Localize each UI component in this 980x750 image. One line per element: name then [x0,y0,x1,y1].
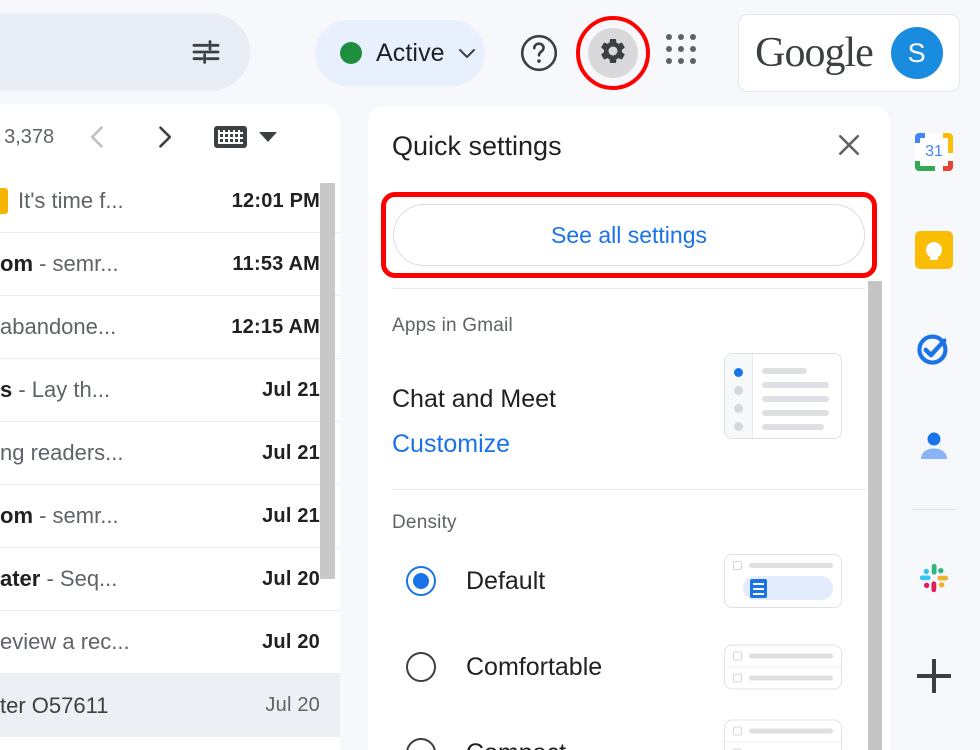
top-bar: Active [0,0,980,104]
density-option-compact[interactable]: Compact [392,714,866,750]
app-root: Active [0,0,980,750]
mail-row-date: Jul 20 [265,694,320,717]
mail-row-date: 12:01 PM [232,190,320,213]
density-options: Default Comfortable Compact [392,542,866,750]
gear-icon [598,36,628,71]
google-contacts-icon[interactable] [912,424,956,468]
density-option-default[interactable]: Default [392,542,866,620]
mail-row-subject: ter O57611 [0,693,265,719]
mail-row-subject: ng readers... [0,440,262,466]
mail-row[interactable]: s - Lay th...Jul 21 [0,359,340,422]
apps-grid-icon[interactable] [666,34,704,72]
close-icon[interactable] [834,130,864,160]
divider [912,509,956,510]
see-all-settings-container: See all settings [368,186,890,282]
mail-row-subject: om - semr... [0,251,232,277]
density-section: Density Default Comfortable Compact [368,490,890,750]
mail-row-date: 11:53 AM [232,253,320,276]
google-tasks-icon[interactable] [912,326,956,370]
mail-row[interactable]: It's time f...12:01 PM [0,170,340,233]
mail-row[interactable]: ter O57611Jul 20 [0,674,340,737]
mail-list-toolbar: f 3,378 [0,104,340,170]
mail-row-subject: ater - Seq... [0,566,262,592]
message-count-label: f 3,378 [0,126,54,149]
mail-rows: It's time f...12:01 PMom - semr...11:53 … [0,170,340,737]
mail-list-scrollbar[interactable] [320,183,335,579]
mail-row-date: Jul 20 [262,631,320,654]
see-all-settings-highlight-annotation [381,192,877,278]
density-title: Density [392,512,866,534]
density-option-label: Default [466,567,545,596]
mail-row[interactable]: abandone...12:15 AM [0,296,340,359]
radio-button[interactable] [406,738,436,750]
apps-in-gmail-title: Apps in Gmail [392,315,866,337]
quick-settings-header: Quick settings [368,106,890,186]
avatar[interactable]: S [891,27,943,79]
status-chip[interactable]: Active [315,20,485,86]
mail-row-date: Jul 21 [262,379,320,402]
mail-row-date: 12:15 AM [231,316,320,339]
status-label: Active [376,39,445,68]
radio-button[interactable] [406,652,436,682]
settings-button[interactable] [588,28,638,78]
account-button[interactable]: Google S [738,14,960,92]
chat-and-meet-label: Chat and Meet [392,385,556,414]
add-icon[interactable] [912,654,956,698]
mail-row-subject: abandone... [0,314,231,340]
calendar-day-label: 31 [920,138,948,166]
mail-row[interactable]: om - semr...11:53 AM [0,233,340,296]
caret-down-icon[interactable] [259,132,277,142]
mail-row-date: Jul 21 [262,442,320,465]
google-keep-icon[interactable] [912,228,956,272]
side-panel-rail: 31 [890,104,980,750]
mail-row-subject: It's time f... [18,188,232,214]
mail-row-subject: om - semr... [0,503,262,529]
slack-icon[interactable] [912,556,956,600]
status-dot-icon [340,42,362,64]
mail-row[interactable]: ng readers...Jul 21 [0,422,340,485]
mail-row-subject: eview a rec... [0,629,262,655]
chat-and-meet-row: Chat and Meet Customize [392,359,866,459]
mail-row[interactable]: eview a rec...Jul 20 [0,611,340,674]
density-option-label: Comfortable [466,653,602,682]
density-preview-compact [724,720,842,750]
quick-settings-panel: Quick settings See all settings Apps in … [368,106,890,750]
chevron-left-icon[interactable] [84,123,112,151]
star-icon[interactable] [0,188,8,214]
mail-row[interactable]: ater - Seq...Jul 20 [0,548,340,611]
keyboard-icon[interactable] [214,126,247,148]
mail-row[interactable]: om - semr...Jul 21 [0,485,340,548]
quick-settings-scrollbar[interactable] [868,281,882,750]
mail-list-pane: f 3,378 It's time f...12:01 PMom - semr.… [0,104,340,750]
chevron-right-icon[interactable] [150,123,178,151]
google-brand-label: Google [755,29,873,77]
help-circle-icon[interactable] [518,32,560,74]
density-option-label: Compact [466,739,566,750]
tune-icon[interactable] [186,36,226,68]
chat-preview-thumbnail [724,353,842,439]
mail-row-date: Jul 20 [262,568,320,591]
customize-link[interactable]: Customize [392,430,556,459]
mail-row-subject: s - Lay th... [0,377,262,403]
apps-in-gmail-section: Apps in Gmail Chat and Meet Customize [368,289,890,459]
page-title: Quick settings [392,131,562,162]
chevron-down-icon [457,46,477,60]
density-preview-default [724,554,842,608]
google-calendar-icon[interactable]: 31 [912,130,956,174]
radio-button[interactable] [406,566,436,596]
mail-row-date: Jul 21 [262,505,320,528]
density-preview-comfortable [724,645,842,690]
density-option-comfortable[interactable]: Comfortable [392,628,866,706]
